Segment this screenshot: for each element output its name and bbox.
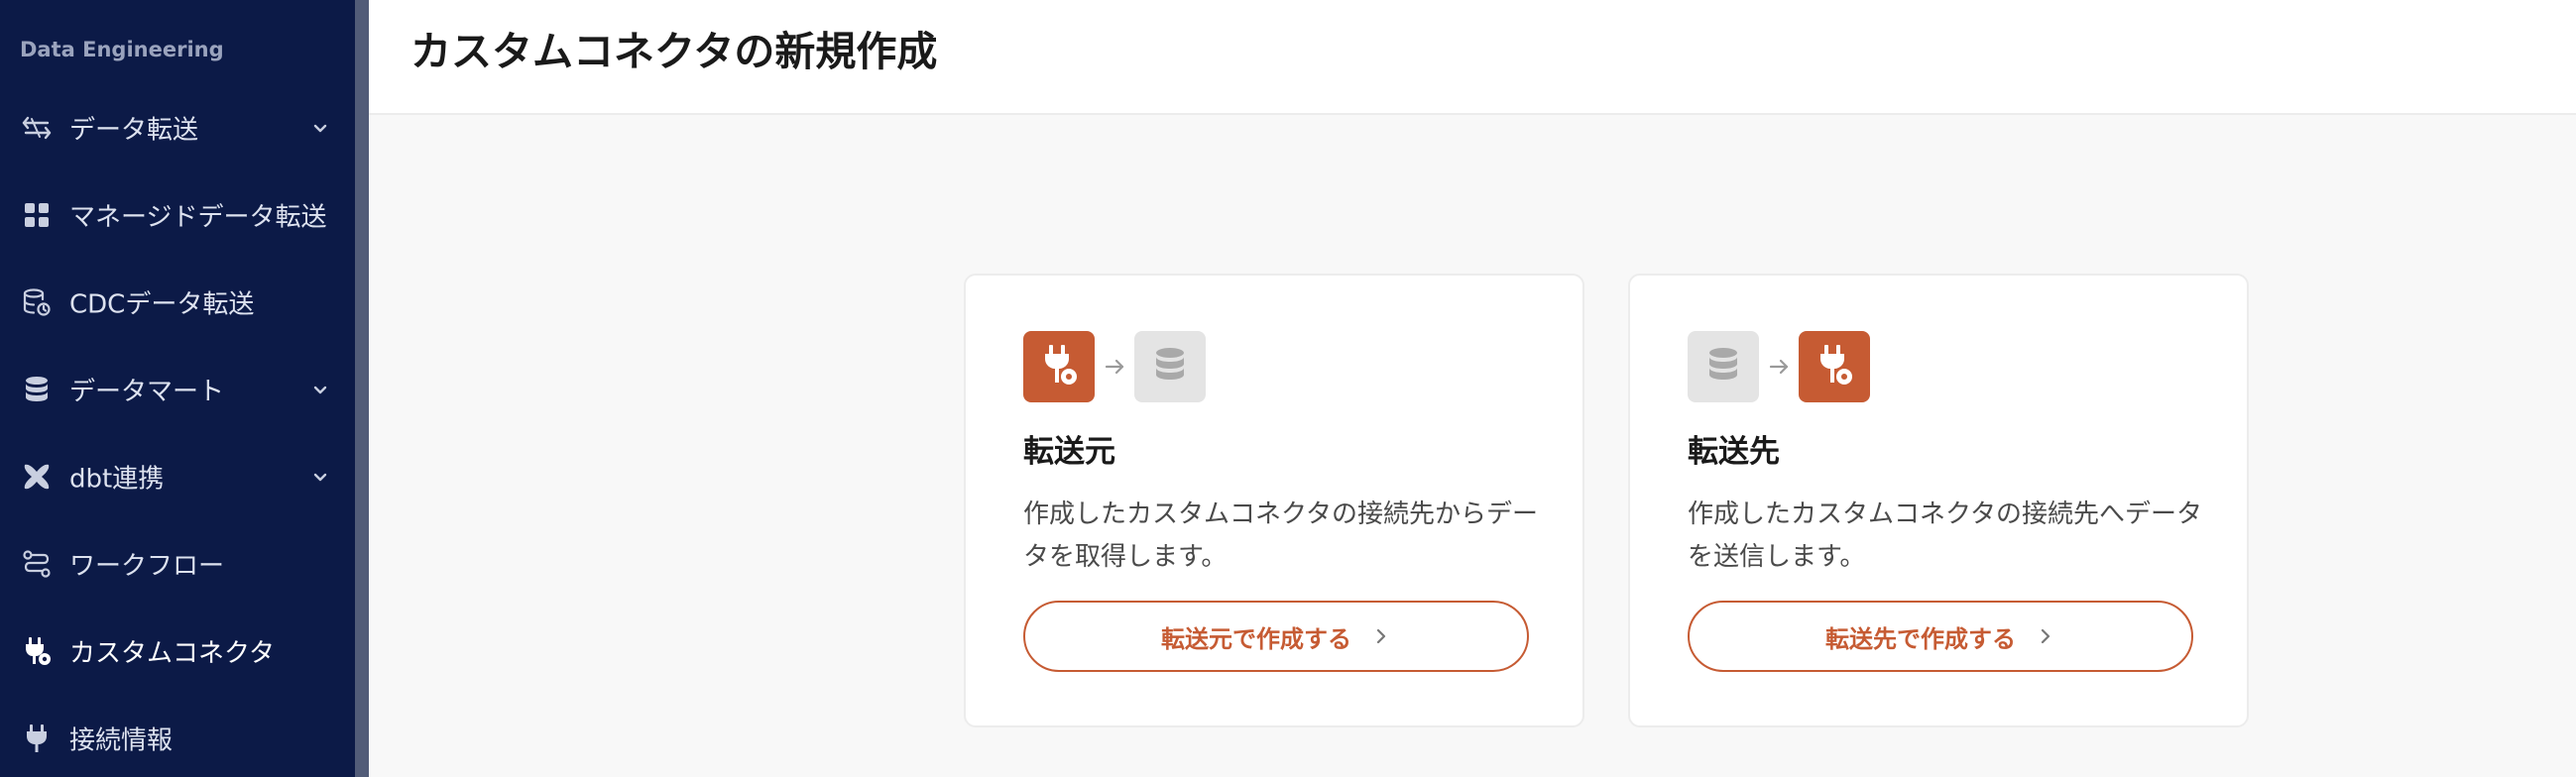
chevron-right-icon [1371, 626, 1391, 646]
sidebar-item-data-transfer[interactable]: データ転送 [0, 95, 355, 161]
arrow-right-icon [1767, 355, 1791, 379]
sidebar-item-workflow[interactable]: ワークフロー [0, 531, 355, 597]
sidebar-item-managed-transfer[interactable]: マネージドデータ転送 [0, 182, 355, 248]
sidebar-item-label: カスタムコネクタ [69, 638, 275, 669]
page-title: カスタムコネクタの新規作成 [410, 28, 938, 75]
database-icon [20, 373, 54, 406]
sidebar: Data Engineering データ転送 マネージドデータ転送 CDCデータ… [0, 0, 355, 777]
sidebar-item-label: データマート [69, 377, 225, 407]
dbt-icon [20, 460, 54, 494]
workflow-icon [20, 547, 54, 581]
sidebar-item-dbt[interactable]: dbt連携 [0, 444, 355, 509]
card-title: 転送先 [1688, 434, 1780, 470]
chevron-down-icon[interactable] [309, 466, 331, 488]
sidebar-item-label: dbt連携 [69, 464, 165, 495]
destination-flow-diagram [1688, 331, 1886, 402]
transfer-arrows-icon [20, 111, 54, 145]
source-flow-diagram [1023, 331, 1222, 402]
sidebar-item-custom-connector[interactable]: カスタムコネクタ [0, 618, 355, 684]
create-as-source-button[interactable]: 転送元で作成する [1023, 601, 1529, 672]
page-header: カスタムコネクタの新規作成 [369, 0, 2576, 115]
arrow-right-icon [1103, 355, 1126, 379]
destination-card: 転送先 作成したカスタムコネクタの接続先へデータを送信します。 転送先で作成する [1628, 274, 2249, 727]
sidebar-item-label: 接続情報 [69, 725, 174, 756]
sidebar-scrollbar[interactable] [355, 0, 369, 777]
plug-gear-icon [1799, 331, 1870, 402]
plug-gear-icon [20, 634, 54, 668]
button-label: 転送元で作成する [1161, 624, 1351, 653]
sidebar-item-label: マネージドデータ転送 [69, 202, 327, 233]
grid-icon [20, 198, 54, 232]
chevron-down-icon[interactable] [309, 379, 331, 400]
card-description: 作成したカスタムコネクタの接続先へデータを送信します。 [1688, 500, 2202, 572]
sidebar-item-label: データ転送 [69, 115, 199, 146]
sidebar-item-label: ワークフロー [69, 551, 225, 582]
create-as-destination-button[interactable]: 転送先で作成する [1688, 601, 2193, 672]
source-card: 転送元 作成したカスタムコネクタの接続先からデータを取得します。 転送元で作成す… [964, 274, 1584, 727]
database-icon [1688, 331, 1759, 402]
button-label: 転送先で作成する [1825, 624, 2016, 653]
sidebar-item-connection-info[interactable]: 接続情報 [0, 706, 355, 771]
sidebar-section-title: Data Engineering [20, 38, 224, 61]
plug-icon [20, 722, 54, 755]
sidebar-item-cdc-transfer[interactable]: CDCデータ転送 [0, 270, 355, 335]
sidebar-item-datamart[interactable]: データマート [0, 357, 355, 422]
plug-gear-icon [1023, 331, 1095, 402]
chevron-down-icon[interactable] [309, 117, 331, 139]
chevron-right-icon [2036, 626, 2055, 646]
card-description: 作成したカスタムコネクタの接続先からデータを取得します。 [1023, 500, 1538, 572]
card-title: 転送元 [1023, 434, 1115, 470]
database-icon [1134, 331, 1206, 402]
sidebar-item-label: CDCデータ転送 [69, 289, 255, 320]
database-sync-icon [20, 285, 54, 319]
